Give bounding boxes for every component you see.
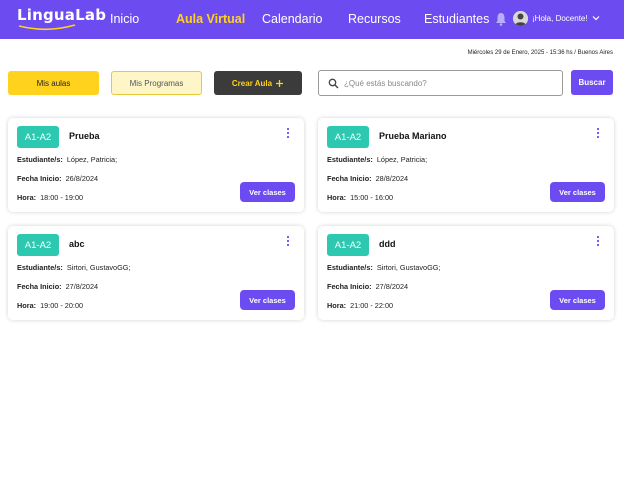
ver-clases-label: Ver clases [559, 295, 596, 305]
nav-calendario[interactable]: Calendario [262, 12, 322, 26]
nav-inicio[interactable]: Inicio [110, 12, 139, 26]
chevron-down-icon[interactable] [592, 14, 600, 22]
aula-card: A1-A2 Prueba Estudiante/s: López, Patrici… [8, 118, 304, 212]
logo-swoosh [18, 24, 76, 31]
start-date-row: Fecha Inicio: 27/8/2024 [17, 282, 98, 291]
time-value: 21:00 - 22:00 [350, 301, 394, 310]
aula-name: Prueba Mariano [379, 131, 447, 141]
mis-aulas-label: Mis aulas [36, 78, 71, 88]
app-logo[interactable]: LinguaLab [17, 6, 106, 24]
start-date-value: 26/8/2024 [65, 174, 99, 183]
crear-aula-label: Crear Aula [231, 78, 273, 88]
more-options-icon[interactable] [596, 127, 600, 139]
more-options-icon[interactable] [286, 235, 290, 247]
user-greeting[interactable]: ¡Hola, Docente! [532, 14, 588, 23]
students-row: Estudiante/s: Sirtori, GustavoGG; [327, 263, 441, 272]
aula-card: A1-A2 Prueba Mariano Estudiante/s: López,… [318, 118, 614, 212]
students-label: Estudiante/s: [327, 155, 373, 164]
start-date-row: Fecha Inicio: 28/8/2024 [327, 174, 408, 183]
students-value: López, Patricia; [376, 155, 428, 164]
buscar-button[interactable]: Buscar [571, 70, 613, 95]
search-input[interactable]: ¿Qué estás buscando? [318, 70, 563, 96]
aula-name: abc [69, 239, 85, 249]
time-row: Hora: 18:00 - 19:00 [17, 193, 83, 202]
ver-clases-label: Ver clases [249, 187, 286, 197]
ver-clases-button[interactable]: Ver clases [550, 182, 605, 202]
time-label: Hora: [17, 301, 37, 310]
time-row: Hora: 15:00 - 16:00 [327, 193, 393, 202]
crear-aula-button[interactable]: Crear Aula [214, 71, 302, 95]
search-icon [328, 78, 339, 89]
students-label: Estudiante/s: [327, 263, 373, 272]
level-badge: A1-A2 [17, 126, 59, 148]
ver-clases-button[interactable]: Ver clases [240, 290, 295, 310]
avatar[interactable] [513, 11, 528, 26]
start-date-label: Fecha Inicio: [17, 282, 62, 291]
start-date-label: Fecha Inicio: [17, 174, 62, 183]
start-date-label: Fecha Inicio: [327, 282, 372, 291]
time-label: Hora: [327, 193, 347, 202]
start-date-value: 28/8/2024 [375, 174, 409, 183]
aula-card: A1-A2 abc Estudiante/s: Sirtori, GustavoG… [8, 226, 304, 320]
mis-programas-label: Mis Programas [129, 78, 184, 88]
top-nav-bar: LinguaLab Inicio Aula Virtual Calendario… [0, 0, 624, 39]
time-row: Hora: 19:00 - 20:00 [17, 301, 83, 310]
start-date-value: 27/8/2024 [375, 282, 409, 291]
mis-aulas-button[interactable]: Mis aulas [8, 71, 99, 95]
time-value: 19:00 - 20:00 [40, 301, 84, 310]
time-value: 15:00 - 16:00 [350, 193, 394, 202]
search-placeholder: ¿Qué estás buscando? [344, 79, 427, 88]
students-label: Estudiante/s: [17, 155, 63, 164]
aula-name: ddd [379, 239, 396, 249]
start-date-value: 27/8/2024 [65, 282, 99, 291]
students-value: Sirtori, GustavoGG; [376, 263, 441, 272]
level-badge: A1-A2 [17, 234, 59, 256]
time-label: Hora: [327, 301, 347, 310]
ver-clases-label: Ver clases [249, 295, 286, 305]
students-row: Estudiante/s: López, Patricia; [17, 155, 117, 164]
ver-clases-button[interactable]: Ver clases [550, 290, 605, 310]
aula-name: Prueba [69, 131, 100, 141]
nav-recursos[interactable]: Recursos [348, 12, 401, 26]
students-value: López, Patricia; [66, 155, 118, 164]
students-row: Estudiante/s: Sirtori, GustavoGG; [17, 263, 131, 272]
more-options-icon[interactable] [286, 127, 290, 139]
nav-aula-virtual[interactable]: Aula Virtual [176, 12, 245, 26]
level-badge: A1-A2 [327, 234, 369, 256]
start-date-row: Fecha Inicio: 27/8/2024 [327, 282, 408, 291]
level-badge: A1-A2 [327, 126, 369, 148]
students-label: Estudiante/s: [17, 263, 63, 272]
students-row: Estudiante/s: López, Patricia; [327, 155, 427, 164]
avatar-image [513, 11, 528, 26]
nav-estudiantes[interactable]: Estudiantes [424, 12, 489, 26]
ver-clases-label: Ver clases [559, 187, 596, 197]
current-datetime: Miércoles 29 de Enero, 2025 - 15:36 hs /… [467, 50, 613, 56]
bell-icon[interactable] [495, 12, 507, 26]
time-label: Hora: [17, 193, 37, 202]
aula-card: A1-A2 ddd Estudiante/s: Sirtori, GustavoG… [318, 226, 614, 320]
buscar-label: Buscar [578, 78, 606, 87]
start-date-label: Fecha Inicio: [327, 174, 372, 183]
start-date-row: Fecha Inicio: 26/8/2024 [17, 174, 98, 183]
mis-programas-button[interactable]: Mis Programas [111, 71, 202, 95]
time-value: 18:00 - 19:00 [40, 193, 84, 202]
plus-icon [276, 79, 284, 87]
more-options-icon[interactable] [596, 235, 600, 247]
students-value: Sirtori, GustavoGG; [66, 263, 131, 272]
time-row: Hora: 21:00 - 22:00 [327, 301, 393, 310]
ver-clases-button[interactable]: Ver clases [240, 182, 295, 202]
